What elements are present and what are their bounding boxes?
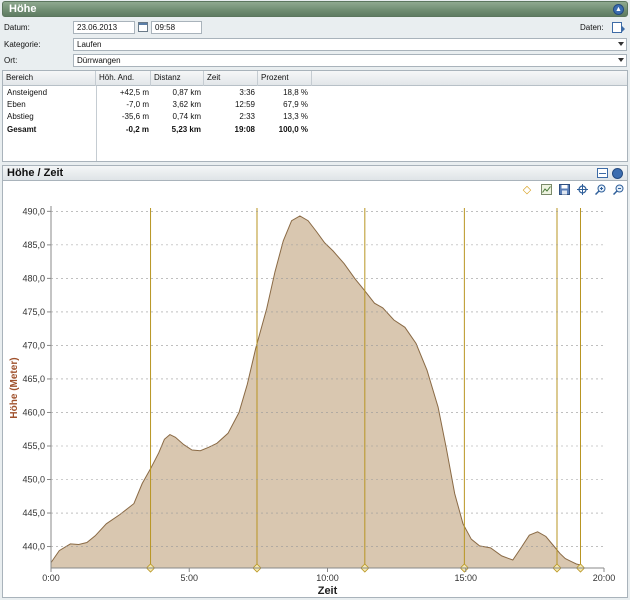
x-tick-label: 0:00 (42, 573, 60, 583)
elevation-chart[interactable]: 440,0 445,0 450,0 455,0 460,0 465,0 470,0 475,0… (3, 181, 629, 598)
table-header: Bereich Höh. And. Distanz Zeit Prozent (3, 71, 627, 86)
collapse-icon[interactable]: ▲ (613, 4, 624, 15)
chart-panel: ◇ 440,0 445,0 450,0 455,0 460,0 465,0 470,0 475… (2, 181, 628, 598)
x-tick-label: 5:00 (180, 573, 198, 583)
window-title: Höhe (9, 3, 37, 15)
y-tick-label: 460,0 (22, 407, 45, 417)
cell-zeit: 3:36 (239, 88, 255, 97)
column-header-prozent[interactable]: Prozent (258, 71, 312, 86)
chart-panel-title: Höhe / Zeit (7, 167, 64, 179)
time-field[interactable]: 09:58 (151, 21, 202, 34)
cell-bereich: Ansteigend (7, 88, 48, 97)
cell-hoehe: +42,5 m (119, 88, 149, 97)
table-row-total[interactable]: Gesamt -0,2 m 5,23 km 19:08 100,0 % (3, 124, 627, 136)
cell-hoehe: -35,6 m (121, 112, 149, 121)
column-header-zeit[interactable]: Zeit (204, 71, 258, 86)
layout-icon[interactable] (597, 168, 608, 178)
y-axis-label: Höhe (Meter) (9, 357, 20, 418)
y-tick-label: 485,0 (22, 240, 45, 250)
chevron-down-icon[interactable] (618, 42, 624, 46)
cell-prozent: 67,9 % (283, 100, 308, 109)
kategorie-value: Laufen (77, 40, 102, 49)
calendar-icon[interactable] (138, 22, 148, 32)
chart-panel-header: Höhe / Zeit (2, 165, 628, 181)
cell-zeit: 19:08 (234, 125, 255, 134)
y-tick-label: 450,0 (22, 475, 45, 485)
stats-table: Bereich Höh. And. Distanz Zeit Prozent A… (2, 70, 628, 162)
kategorie-row: Kategorie: Laufen (0, 37, 630, 52)
window-titlebar: Höhe ▲ (2, 1, 628, 17)
y-tick-label: 490,0 (22, 206, 45, 216)
y-tick-label: 465,0 (22, 374, 45, 384)
ort-label: Ort: (4, 56, 18, 65)
elevation-area (51, 216, 582, 568)
datum-row: Datum: 23.06.2013 09:58 Daten: (0, 20, 630, 35)
panel-menu-icon[interactable] (612, 168, 623, 179)
ort-row: Ort: Dürrwangen (0, 53, 630, 68)
table-row[interactable]: Ansteigend +42,5 m 0,87 km 3:36 18,8 % (3, 87, 627, 99)
daten-label: Daten: (580, 23, 604, 32)
column-header-distanz[interactable]: Distanz (151, 71, 204, 86)
cell-distanz: 5,23 km (171, 125, 201, 134)
y-tick-label: 445,0 (22, 508, 45, 518)
cell-distanz: 0,74 km (172, 112, 201, 121)
cell-prozent: 18,8 % (283, 88, 308, 97)
x-axis-label: Zeit (318, 585, 338, 597)
y-tick-label: 470,0 (22, 340, 45, 350)
cell-bereich: Gesamt (7, 125, 37, 134)
kategorie-label: Kategorie: (4, 40, 41, 49)
cell-distanz: 3,62 km (172, 100, 201, 109)
y-tick-label: 455,0 (22, 441, 45, 451)
data-menu-icon[interactable] (612, 22, 625, 33)
cell-prozent: 100,0 % (278, 125, 308, 134)
x-tick-label: 20:00 (593, 573, 616, 583)
chevron-down-icon[interactable] (618, 58, 624, 62)
column-header-hoehe[interactable]: Höh. And. (96, 71, 151, 86)
x-tick-label: 10:00 (316, 573, 339, 583)
column-header-bereich[interactable]: Bereich (3, 71, 96, 86)
x-tick-label: 15:00 (454, 573, 477, 583)
table-row[interactable]: Abstieg -35,6 m 0,74 km 2:33 13,3 % (3, 111, 627, 123)
ort-select[interactable]: Dürrwangen (73, 54, 627, 67)
kategorie-select[interactable]: Laufen (73, 38, 627, 51)
cell-hoehe: -0,2 m (125, 125, 149, 134)
ort-value: Dürrwangen (77, 56, 121, 65)
table-row[interactable]: Eben -7,0 m 3,62 km 12:59 67,9 % (3, 99, 627, 111)
cell-distanz: 0,87 km (172, 88, 201, 97)
cell-bereich: Eben (7, 100, 26, 109)
date-field[interactable]: 23.06.2013 (73, 21, 135, 34)
cell-hoehe: -7,0 m (126, 100, 149, 109)
cell-zeit: 12:59 (234, 100, 255, 109)
cell-zeit: 2:33 (239, 112, 255, 121)
y-tick-label: 480,0 (22, 273, 45, 283)
cell-bereich: Abstieg (7, 112, 34, 121)
y-tick-label: 440,0 (22, 542, 45, 552)
cell-prozent: 13,3 % (283, 112, 308, 121)
y-tick-label: 475,0 (22, 307, 45, 317)
datum-label: Datum: (4, 23, 30, 32)
